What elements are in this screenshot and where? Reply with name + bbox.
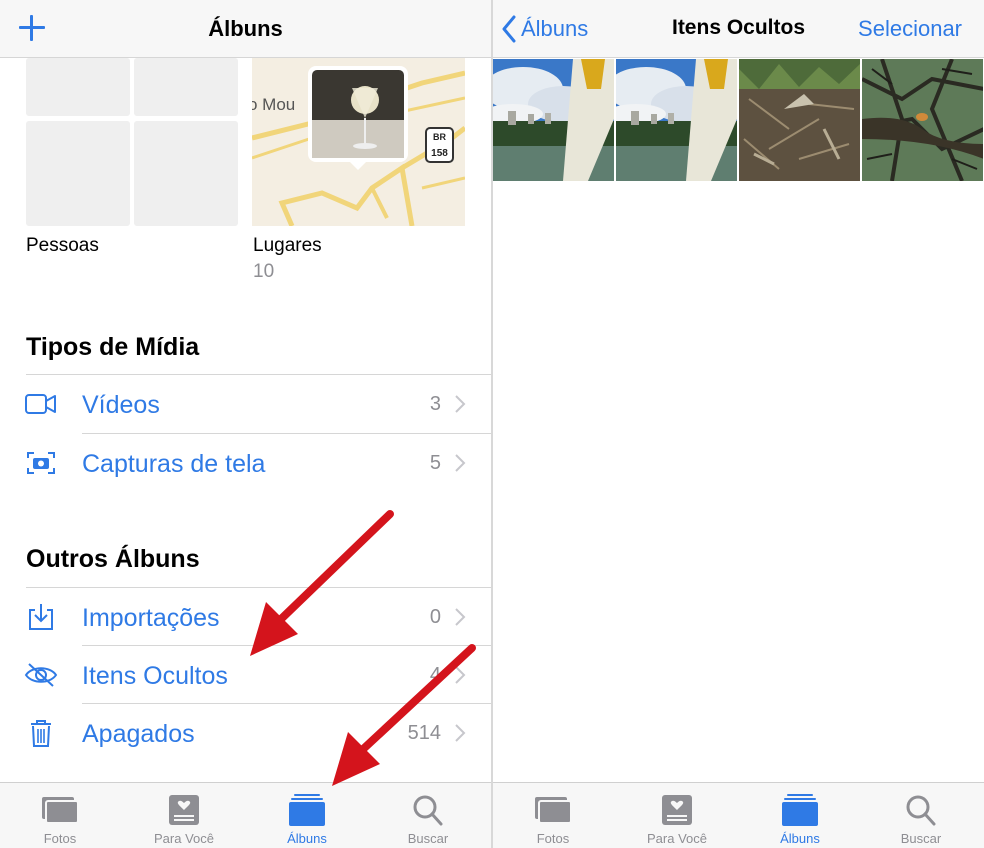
tab-label: Fotos [536, 831, 570, 846]
arrow-to-hidden-line [274, 510, 394, 626]
photo-lake-sky [616, 59, 737, 181]
annotation-arrows [250, 510, 476, 786]
tab-search[interactable]: Buscar [876, 791, 966, 847]
hidden-photo[interactable] [739, 59, 860, 181]
for-you-icon [662, 795, 692, 825]
photos-icon [535, 797, 572, 824]
albums-icon [782, 794, 818, 826]
hidden-items-screen: Álbuns Itens Ocultos Selecionar Fotos Pa… [493, 0, 984, 848]
tab-bar: Fotos Para Você Álbuns Buscar [493, 782, 984, 848]
search-icon [906, 795, 936, 826]
tab-photos[interactable]: Fotos [508, 791, 598, 847]
photo-lake-sky [493, 59, 614, 181]
hidden-photo[interactable] [493, 59, 614, 181]
select-button[interactable]: Selecionar [858, 16, 962, 42]
tab-albums[interactable]: Álbuns [755, 791, 845, 847]
tab-for-you[interactable]: Para Você [632, 791, 722, 847]
arrow-to-albums-tab-line [356, 644, 476, 756]
tab-label: Para Você [647, 831, 707, 846]
photo-tree-branches [862, 59, 983, 181]
tab-label: Buscar [900, 831, 942, 846]
photo-forest-ground [739, 59, 860, 181]
nav-bar: Álbuns Itens Ocultos Selecionar [493, 0, 984, 58]
hidden-photo[interactable] [616, 59, 737, 181]
hidden-photo[interactable] [862, 59, 983, 181]
tab-label: Álbuns [780, 831, 820, 846]
albums-screen: Álbuns Pessoas BR 158 o Mou Lugares 10 T… [0, 0, 491, 848]
